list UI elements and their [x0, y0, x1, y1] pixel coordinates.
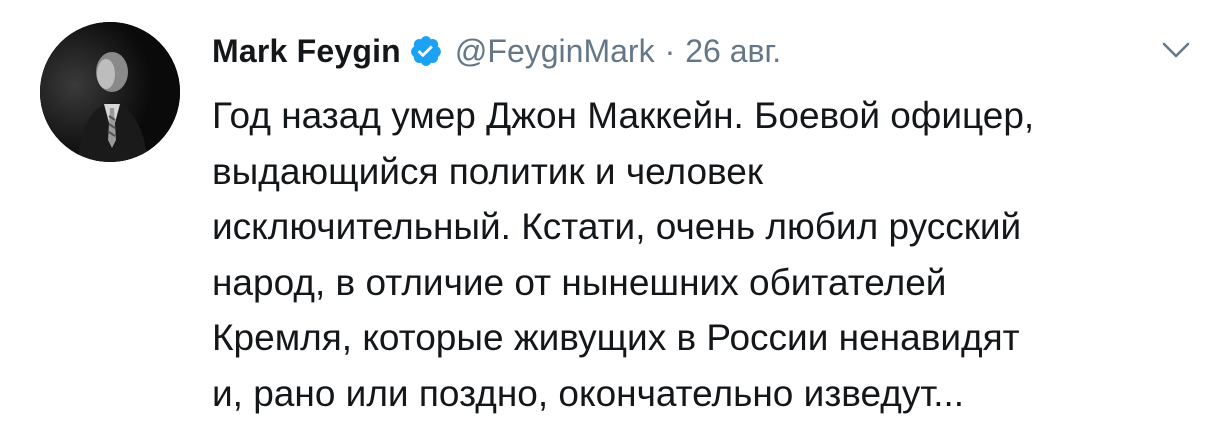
profile-photo [40, 22, 180, 162]
verified-badge-icon [409, 34, 443, 68]
tweet-timestamp[interactable]: 26 авг. [685, 33, 781, 70]
author-handle[interactable]: @FeyginMark [455, 33, 655, 70]
author-name[interactable]: Mark Feygin [212, 33, 401, 70]
tweet-header: Mark Feygin @FeyginMark · 26 авг. [212, 26, 781, 76]
header-separator: · [664, 32, 676, 69]
avatar[interactable] [40, 22, 180, 162]
chevron-down-icon[interactable] [1160, 38, 1192, 62]
tweet: Mark Feygin @FeyginMark · 26 авг. Год на… [0, 0, 1226, 418]
tweet-text: Год назад умер Джон Маккейн. Боевой офиц… [212, 95, 1035, 414]
